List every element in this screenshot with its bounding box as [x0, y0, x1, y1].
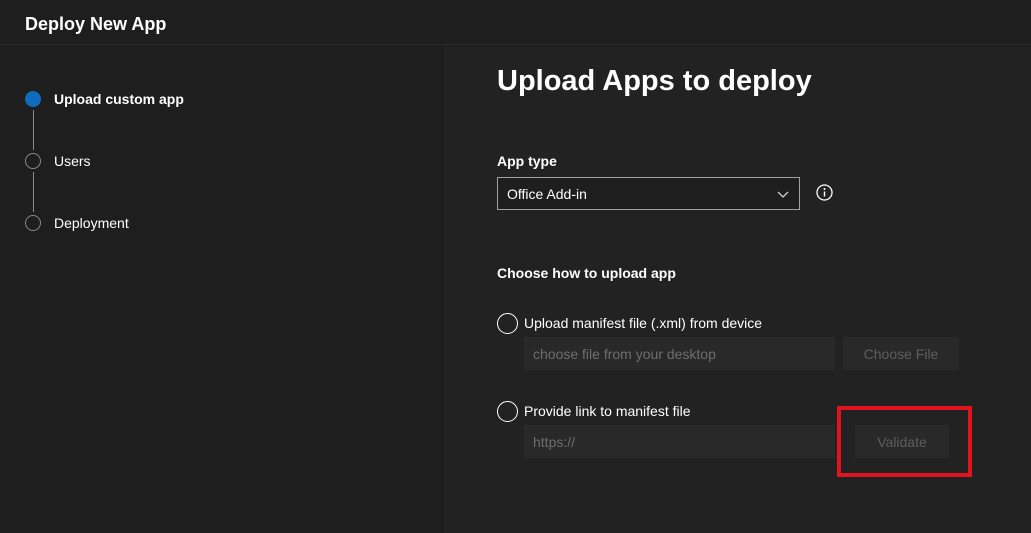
step-pending-indicator [25, 153, 41, 169]
annotation-highlight-box [837, 406, 972, 477]
step-connector [33, 172, 34, 212]
app-type-label: App type [497, 153, 557, 169]
step-deployment[interactable]: Deployment [25, 213, 129, 233]
title-bar: Deploy New App [0, 0, 1031, 45]
app-type-select[interactable]: Office Add-in [497, 177, 800, 210]
radio-button[interactable] [497, 400, 518, 422]
step-label: Users [54, 153, 91, 169]
window-title: Deploy New App [25, 14, 167, 34]
app-type-selected-value: Office Add-in [507, 185, 587, 202]
upload-method-label: Choose how to upload app [497, 265, 676, 281]
step-upload-custom-app[interactable]: Upload custom app [25, 89, 184, 109]
radio-button[interactable] [497, 312, 518, 334]
radio-provide-manifest-link[interactable]: Provide link to manifest file [497, 400, 691, 422]
step-label: Upload custom app [54, 91, 184, 107]
info-icon[interactable] [816, 184, 833, 201]
manifest-file-placeholder: choose file from your desktop [533, 345, 716, 362]
page-title: Upload Apps to deploy [497, 65, 812, 97]
step-active-indicator [25, 91, 41, 107]
step-pending-indicator [25, 215, 41, 231]
step-connector [33, 110, 34, 150]
chevron-down-icon [777, 191, 789, 198]
radio-label: Upload manifest file (.xml) from device [524, 315, 763, 331]
step-label: Deployment [54, 215, 129, 231]
step-sidebar [0, 46, 446, 533]
choose-file-button[interactable]: Choose File [843, 337, 959, 370]
manifest-file-input[interactable]: choose file from your desktop [524, 337, 835, 370]
radio-upload-manifest-file[interactable]: Upload manifest file (.xml) from device [497, 312, 762, 334]
manifest-url-input[interactable]: https:// [524, 425, 835, 458]
radio-label: Provide link to manifest file [524, 403, 691, 419]
manifest-url-placeholder: https:// [533, 433, 576, 450]
step-users[interactable]: Users [25, 151, 91, 171]
